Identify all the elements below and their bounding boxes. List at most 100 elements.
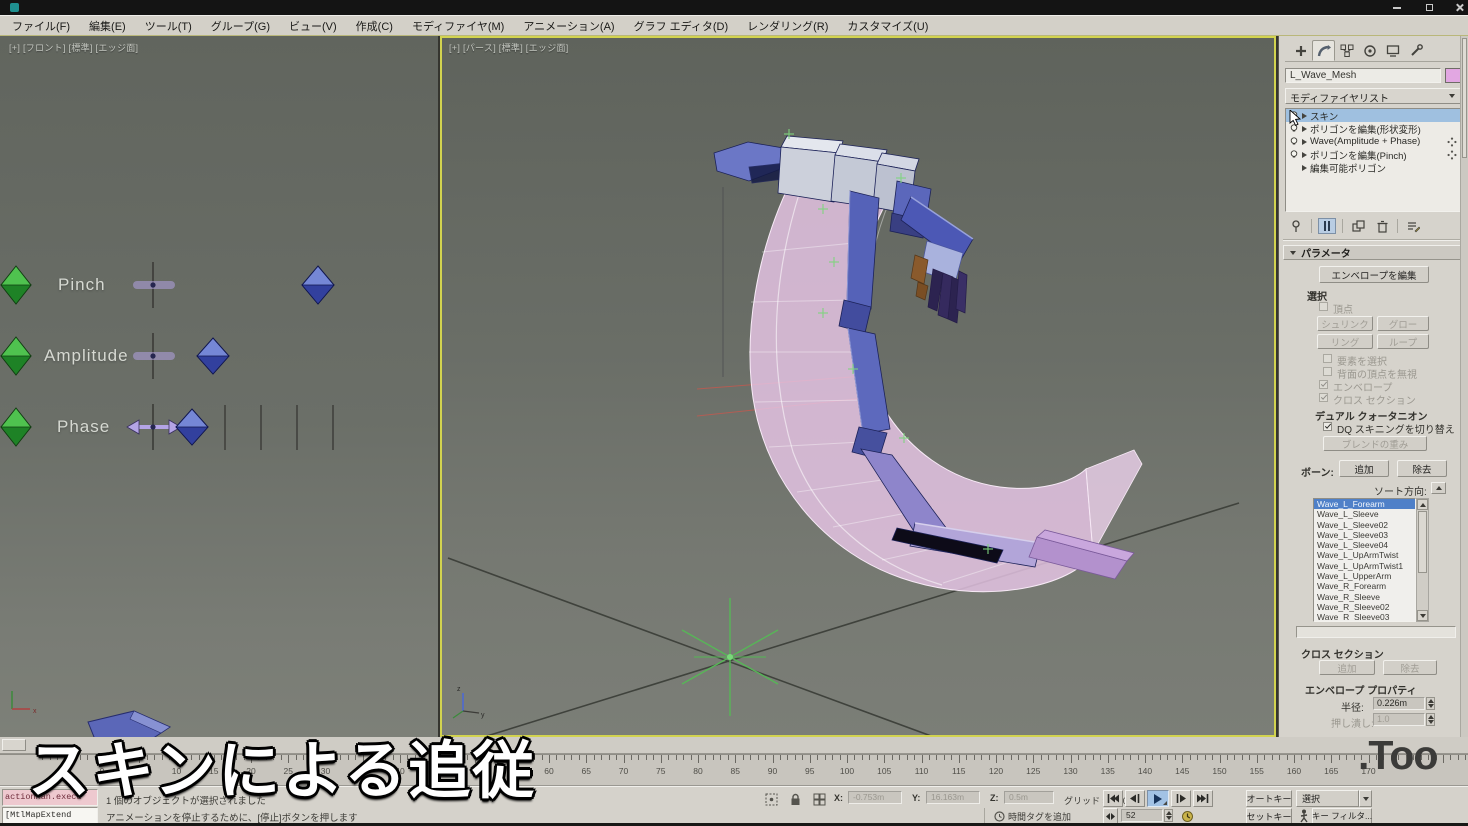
bone-list-item[interactable]: Wave_R_Sleeve02 [1314,602,1415,612]
key-mode-toggle-icon[interactable] [1103,808,1118,824]
tab-hierarchy[interactable] [1335,40,1358,61]
bone-list-item[interactable]: Wave_R_Sleeve03 [1314,612,1415,621]
lock-icon[interactable] [786,791,805,807]
scroll-down-icon[interactable] [1417,610,1428,621]
dq-skinning-checkbox[interactable] [1323,422,1332,431]
lightbulb-icon[interactable] [1289,137,1299,146]
shrink-button[interactable]: シュリンク [1317,316,1373,331]
envelopes-checkbox[interactable] [1319,380,1328,389]
play-button[interactable] [1147,790,1169,807]
expand-arrow-icon[interactable] [1302,151,1307,158]
sort-direction-button[interactable] [1431,482,1446,494]
walkthrough-icon[interactable] [1294,808,1313,824]
time-slider-handle[interactable] [2,739,26,751]
viewport-front[interactable]: [+] [フロント] [標準] [エッジ面] Pinch Amplitude P… [0,36,438,737]
loop-button[interactable]: ループ [1377,334,1429,349]
close-button[interactable] [1446,0,1468,15]
time-configuration-icon[interactable] [1178,808,1197,824]
parameters-rollout-header[interactable]: パラメータ [1283,245,1463,260]
object-name-field[interactable]: L_Wave_Mesh [1285,68,1441,83]
set-key-button[interactable]: セットキー [1246,808,1292,824]
x-coord-field[interactable]: -0.753m [848,791,902,804]
menu-item[interactable]: ファイル(F) [12,18,70,34]
ring-button[interactable]: リング [1317,334,1373,349]
modifier-stack-row[interactable]: ポリゴンを編集(Pinch) [1286,148,1460,162]
bone-list-item[interactable]: Wave_L_Sleeve02 [1314,520,1415,530]
bone-list-item[interactable]: Wave_L_Forearm [1314,499,1415,510]
backface-checkbox[interactable] [1323,367,1332,376]
go-to-end-button[interactable] [1193,790,1213,807]
snap-grid-icon[interactable] [810,791,829,807]
z-coord-field[interactable]: 0.5m [1004,791,1054,804]
pin-stack-icon[interactable] [1287,218,1305,234]
viewport-perspective[interactable]: [+] [パース] [標準] [エッジ面] z y [440,36,1276,737]
cross-sections-checkbox[interactable] [1319,393,1328,402]
go-to-start-button[interactable] [1103,790,1123,807]
previous-frame-button[interactable] [1125,790,1145,807]
menu-item[interactable]: モディファイヤ(M) [412,18,504,34]
object-color-swatch[interactable] [1445,68,1461,83]
current-frame-field[interactable]: 52 [1121,809,1163,822]
menu-item[interactable]: グループ(G) [211,18,270,34]
menu-item[interactable]: アニメーション(A) [523,18,614,34]
tab-create[interactable] [1289,40,1312,61]
auto-key-button[interactable]: オートキー [1246,790,1292,807]
expand-arrow-icon[interactable] [1302,164,1307,171]
modifier-stack[interactable]: スキン ポリゴンを編集(形状変形) Wave(Amplitude + Phase… [1285,108,1461,212]
selection-set-dropdown[interactable]: 選択 [1296,790,1359,807]
menu-item[interactable]: ツール(T) [145,18,192,34]
menu-item[interactable]: ビュー(V) [289,18,337,34]
edit-envelopes-button[interactable]: エンベロープを編集 [1319,266,1429,283]
scrollbar-thumb[interactable] [1418,511,1427,573]
expand-arrow-icon[interactable] [1302,138,1307,145]
modifier-stack-row[interactable]: 編集可能ポリゴン [1286,161,1460,175]
panel-scrollbar[interactable] [1460,36,1468,737]
bones-add-button[interactable]: 追加 [1339,460,1389,477]
radius-field[interactable]: 0.226m [1373,697,1425,710]
squash-field[interactable]: 1.0 [1373,713,1425,726]
remove-modifier-icon[interactable] [1373,218,1391,234]
bone-list[interactable]: Wave_L_Forearm Wave_L_Sleeve Wave_L_Sleeve… [1313,498,1416,622]
show-end-result-icon[interactable] [1318,218,1336,234]
vertices-checkbox[interactable] [1319,302,1328,311]
blend-weights-button[interactable]: ブレンドの重み [1323,436,1427,451]
cross-section-add-button[interactable]: 追加 [1319,660,1375,675]
bone-list-item[interactable]: Wave_L_Sleeve [1314,509,1415,519]
bone-list-scrollbar[interactable] [1416,498,1429,622]
select-element-checkbox[interactable] [1323,354,1332,363]
viewport-persp-label[interactable]: [+] [パース] [標準] [エッジ面] [449,41,569,54]
modifier-list-dropdown[interactable]: モディファイヤリスト [1285,88,1461,105]
squash-spinner[interactable] [1426,713,1435,726]
add-time-tag[interactable]: 時間タグを追加 [1008,810,1071,823]
bone-list-item[interactable]: Wave_L_UpArmTwist1 [1314,561,1415,571]
bone-list-item[interactable]: Wave_L_Sleeve04 [1314,540,1415,550]
y-coord-field[interactable]: 16.163m [926,791,980,804]
minimize-button[interactable] [1384,0,1410,15]
menu-item[interactable]: 編集(E) [89,18,126,34]
tab-display[interactable] [1381,40,1404,61]
bone-list-item[interactable]: Wave_L_UpArmTwist [1314,550,1415,560]
next-frame-button[interactable] [1171,790,1191,807]
tab-motion[interactable] [1358,40,1381,61]
bone-list-item[interactable]: Wave_L_Sleeve03 [1314,530,1415,540]
tab-utilities[interactable] [1404,40,1427,61]
frame-spinner[interactable] [1164,809,1173,822]
chevron-down-icon[interactable] [1446,91,1458,101]
cross-section-remove-button[interactable]: 除去 [1383,660,1437,675]
lightbulb-icon[interactable] [1289,150,1299,159]
key-filters-button[interactable]: キー フィルタ... [1312,808,1372,824]
modifier-stack-row[interactable]: Wave(Amplitude + Phase) [1286,135,1460,148]
modifier-stack-row[interactable]: スキン [1286,109,1460,123]
scroll-up-icon[interactable] [1417,499,1428,510]
bones-remove-button[interactable]: 除去 [1397,460,1447,477]
modifier-stack-row[interactable]: ポリゴンを編集(形状変形) [1286,122,1460,136]
bone-name-field[interactable] [1296,626,1456,638]
menu-item[interactable]: グラフ エディタ(D) [634,18,729,34]
make-unique-icon[interactable] [1349,218,1367,234]
menu-item[interactable]: レンダリング(R) [747,18,828,34]
bone-list-item[interactable]: Wave_R_Forearm [1314,581,1415,591]
maximize-button[interactable] [1416,0,1442,15]
bone-list-item[interactable]: Wave_L_UpperArm [1314,571,1415,581]
tab-modify[interactable] [1312,40,1335,61]
radius-spinner[interactable] [1426,697,1435,710]
